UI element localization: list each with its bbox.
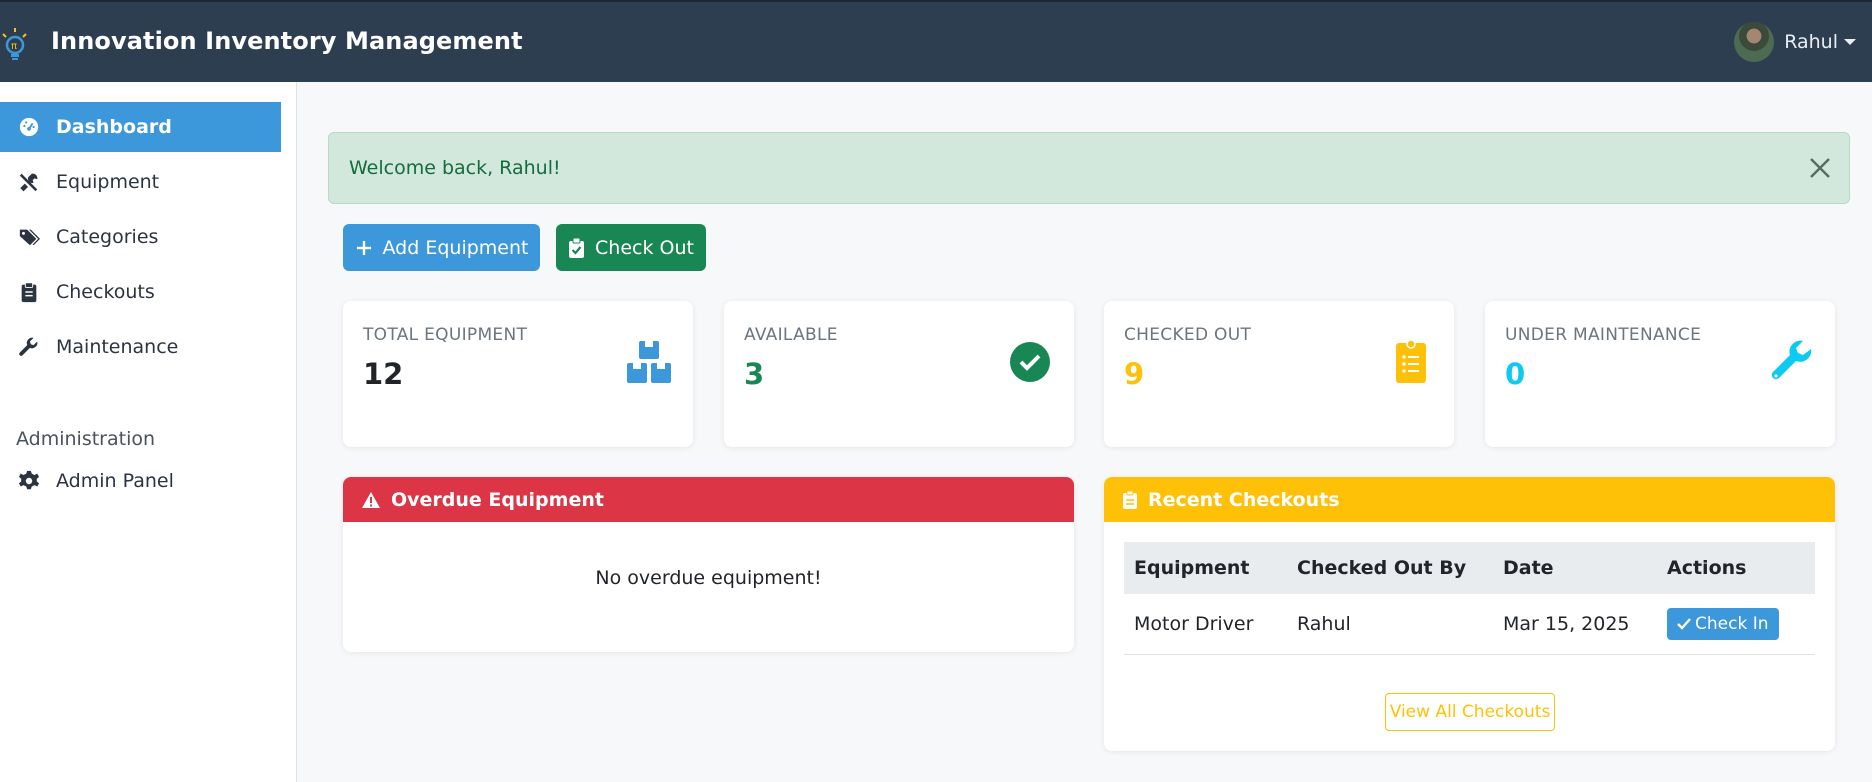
stat-card-available: AVAILABLE 3 (724, 301, 1074, 447)
check-out-button[interactable]: Check Out (556, 224, 706, 271)
dashboard-icon (19, 117, 39, 137)
clipboard-check-icon (569, 237, 585, 258)
stat-label: CHECKED OUT (1124, 325, 1252, 345)
overdue-empty-message: No overdue equipment! (595, 567, 822, 589)
cell-actions: Check In (1657, 594, 1815, 655)
sidebar-item-checkouts[interactable]: Checkouts (0, 267, 281, 317)
table-header-row: Equipment Checked Out By Date Actions (1124, 542, 1815, 594)
check-in-button[interactable]: Check In (1667, 607, 1779, 640)
stat-value: 9 (1124, 357, 1145, 391)
sidebar: Dashboard Equipment Categories Checkouts… (0, 82, 297, 782)
svg-text:π: π (11, 41, 17, 52)
tags-icon (19, 229, 40, 246)
sidebar-item-maintenance[interactable]: Maintenance (0, 322, 281, 372)
add-equipment-button[interactable]: Add Equipment (343, 224, 540, 271)
overdue-card-header: Overdue Equipment (343, 477, 1074, 522)
column-header-checked-out-by: Checked Out By (1287, 542, 1493, 594)
close-icon[interactable] (1807, 155, 1833, 181)
user-avatar (1734, 22, 1775, 62)
alert-message: Welcome back, Rahul! (349, 157, 561, 179)
recent-checkouts-card: Recent Checkouts Equipment Checked Out B… (1104, 477, 1835, 751)
plus-icon (356, 240, 371, 255)
sidebar-item-dashboard[interactable]: Dashboard (0, 102, 281, 152)
gear-icon (18, 470, 40, 490)
clipboard-icon (1123, 490, 1137, 509)
stat-card-checked-out: CHECKED OUT 9 (1104, 301, 1454, 447)
user-menu[interactable]: Rahul (1734, 22, 1856, 62)
stat-value: 3 (744, 357, 765, 391)
boxes-icon (627, 341, 671, 383)
recent-checkouts-table: Equipment Checked Out By Date Actions Mo… (1124, 542, 1815, 655)
app-title[interactable]: Innovation Inventory Management (51, 27, 523, 55)
clipboard-list-icon (1396, 339, 1426, 383)
sidebar-item-label: Admin Panel (56, 470, 174, 492)
cell-checked-out-by: Rahul (1287, 594, 1493, 655)
overdue-equipment-card: Overdue Equipment No overdue equipment! (343, 477, 1074, 652)
welcome-alert: Welcome back, Rahul! (328, 132, 1850, 204)
table-row: Motor Driver Rahul Mar 15, 2025 Check In (1124, 594, 1815, 655)
cell-date: Mar 15, 2025 (1493, 594, 1657, 655)
check-in-label: Check In (1695, 613, 1769, 634)
check-circle-icon (1010, 342, 1050, 382)
sidebar-item-categories[interactable]: Categories (0, 212, 281, 262)
sidebar-item-label: Dashboard (56, 116, 172, 138)
wrench-icon (19, 337, 38, 356)
stat-card-total-equipment: TOTAL EQUIPMENT 12 (343, 301, 693, 447)
clipboard-icon (21, 282, 37, 303)
sidebar-item-admin-panel[interactable]: Admin Panel (0, 456, 281, 506)
recent-title: Recent Checkouts (1148, 488, 1340, 511)
sidebar-item-label: Equipment (56, 171, 160, 193)
stat-value: 12 (363, 357, 404, 391)
user-name: Rahul (1784, 31, 1838, 53)
overdue-title: Overdue Equipment (391, 488, 604, 511)
administration-section-label: Administration (16, 428, 156, 450)
wrench-icon (1771, 340, 1812, 380)
recent-card-header: Recent Checkouts (1104, 477, 1835, 522)
cell-equipment: Motor Driver (1124, 594, 1287, 655)
sidebar-item-equipment[interactable]: Equipment (0, 157, 281, 207)
check-out-label: Check Out (595, 236, 694, 259)
column-header-date: Date (1493, 542, 1657, 594)
sidebar-item-label: Checkouts (56, 281, 155, 303)
stat-card-under-maintenance: UNDER MAINTENANCE 0 (1485, 301, 1835, 447)
stat-label: TOTAL EQUIPMENT (363, 325, 528, 345)
stat-label: UNDER MAINTENANCE (1505, 325, 1702, 345)
chevron-down-icon (1844, 39, 1856, 45)
column-header-equipment: Equipment (1124, 542, 1287, 594)
check-icon (1677, 617, 1691, 630)
add-equipment-label: Add Equipment (382, 236, 529, 259)
stat-label: AVAILABLE (744, 325, 838, 345)
sidebar-item-label: Categories (56, 226, 159, 248)
view-all-checkouts-button[interactable]: View All Checkouts (1385, 693, 1555, 731)
lightbulb-icon: π (2, 28, 27, 60)
column-header-actions: Actions (1657, 542, 1815, 594)
warning-icon (362, 491, 380, 508)
top-navbar: π Innovation Inventory Management Rahul (0, 0, 1872, 82)
tools-icon (19, 173, 38, 192)
stat-value: 0 (1505, 357, 1526, 391)
sidebar-item-label: Maintenance (56, 336, 179, 358)
